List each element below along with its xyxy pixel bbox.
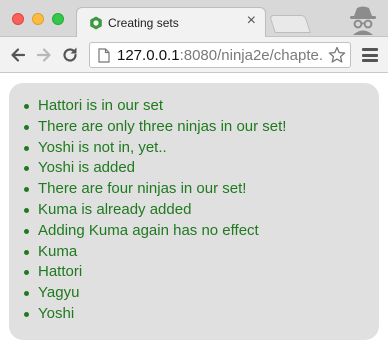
list-item: Yoshi is not in, yet..	[9, 138, 286, 159]
title-bar: Creating sets ×	[0, 0, 388, 38]
incognito-profile-icon[interactable]	[346, 4, 380, 36]
tab-close-icon[interactable]: ×	[247, 13, 256, 29]
window-close-button[interactable]	[12, 13, 24, 25]
tab-creating-sets[interactable]: Creating sets ×	[76, 7, 266, 38]
list-item: Hattori is in our set	[9, 96, 286, 117]
url-host: 127.0.0.1	[117, 47, 180, 64]
url-path: :8080/ninja2e/chapte...	[179, 47, 322, 64]
list-item: Yagyu	[9, 283, 286, 304]
list-item: Yoshi	[9, 304, 286, 325]
star-icon[interactable]	[328, 46, 346, 64]
hamburger-menu-icon[interactable]	[362, 48, 378, 62]
arrow-right-icon[interactable]	[34, 45, 54, 65]
tab-title: Creating sets	[108, 16, 179, 30]
url-text[interactable]: 127.0.0.1:8080/ninja2e/chapte...	[117, 47, 322, 64]
results-list: Hattori is in our set There are only thr…	[9, 96, 286, 325]
browser-toolbar: 127.0.0.1:8080/ninja2e/chapte...	[0, 37, 388, 73]
list-item: Kuma	[9, 242, 286, 263]
reload-icon[interactable]	[60, 45, 80, 65]
page-icon	[98, 48, 110, 63]
results-panel: Hattori is in our set There are only thr…	[9, 83, 379, 340]
browser-window: Creating sets × 127.0.0.1:8080/ninja2e/c…	[0, 0, 388, 358]
address-bar[interactable]: 127.0.0.1:8080/ninja2e/chapte...	[89, 42, 351, 68]
list-item: Kuma is already added	[9, 200, 286, 221]
window-minimize-button[interactable]	[32, 13, 44, 25]
list-item: Hattori	[9, 262, 286, 283]
arrow-left-icon[interactable]	[8, 45, 28, 65]
window-maximize-button[interactable]	[52, 13, 64, 25]
list-item: There are four ninjas in our set!	[9, 179, 286, 200]
favicon-icon	[90, 16, 102, 30]
list-item: There are only three ninjas in our set!	[9, 117, 286, 138]
list-item: Adding Kuma again has no effect	[9, 221, 286, 242]
new-tab-button[interactable]	[269, 15, 311, 33]
list-item: Yoshi is added	[9, 158, 286, 179]
